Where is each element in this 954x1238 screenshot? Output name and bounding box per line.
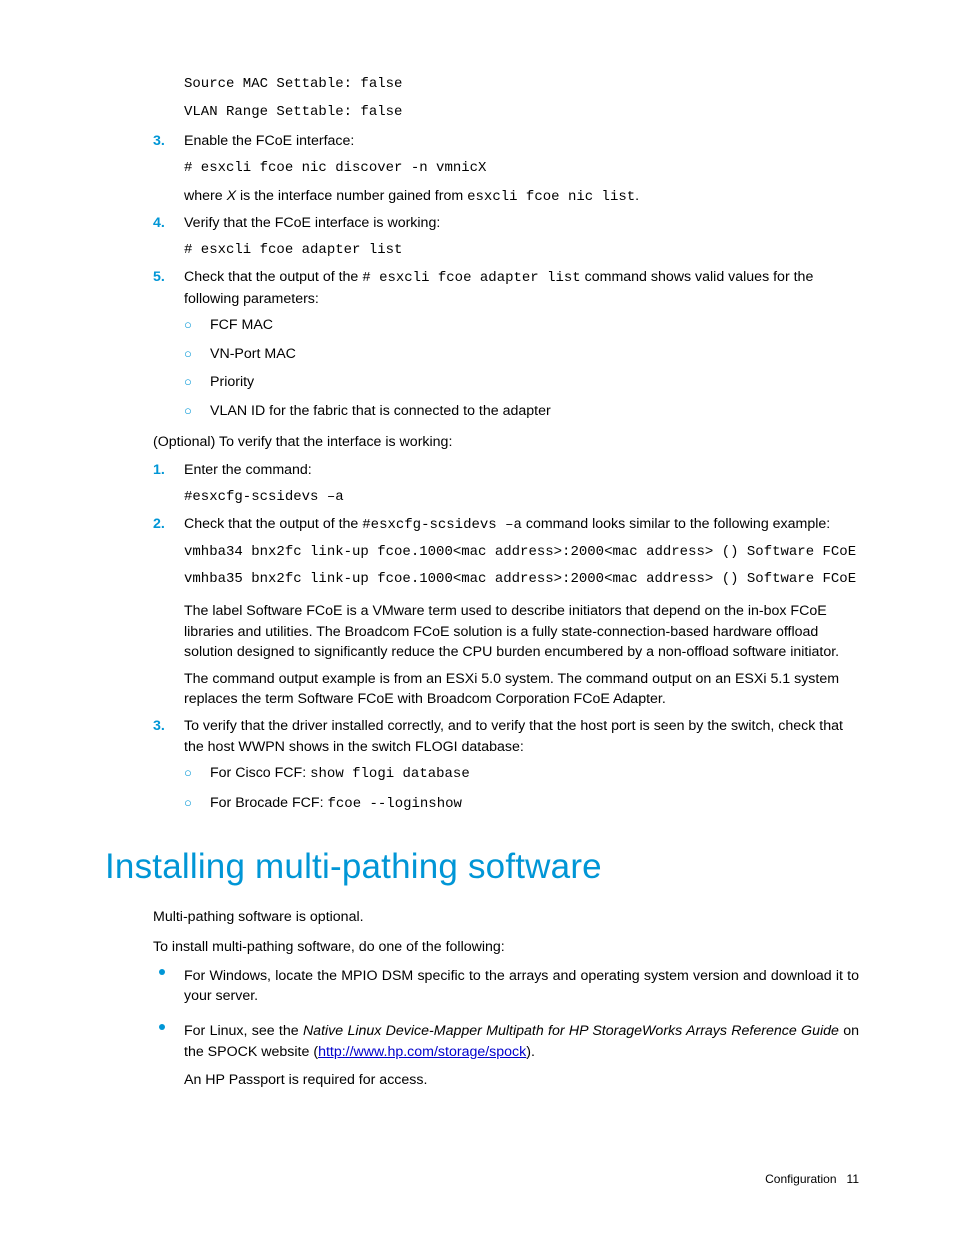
list-item: For Linux, see the Native Linux Device-M… (153, 1021, 859, 1091)
step-number: 1. (153, 460, 165, 481)
step-number: 3. (153, 716, 165, 737)
step-note: where X is the interface number gained f… (184, 186, 859, 207)
optional-intro: (Optional) To verify that the interface … (153, 432, 859, 453)
inline-code: # esxcli fcoe adapter list (362, 270, 580, 286)
bullet-icon: ○ (184, 345, 192, 364)
step-text: Verify that the FCoE interface is workin… (184, 213, 859, 234)
spock-link[interactable]: http://www.hp.com/storage/spock (318, 1044, 526, 1060)
code-output: vmhba35 bnx2fc link-up fcoe.1000<mac add… (184, 569, 859, 591)
page-footer: Configuration 11 (105, 1171, 859, 1188)
variable: X (227, 188, 236, 204)
step-text: Check that the output of the #esxcfg-scs… (184, 514, 859, 535)
inline-code: esxcli fcoe nic list (467, 189, 635, 205)
bullet-icon: ○ (184, 764, 192, 783)
windows-option: For Windows, locate the MPIO DSM specifi… (184, 966, 859, 1007)
list-item: ○FCF MAC (184, 315, 859, 336)
verify-steps: 1. Enter the command: #esxcfg-scsidevs –… (153, 460, 859, 814)
bullet-icon (159, 1024, 165, 1030)
mp-instruction: To install multi-pathing software, do on… (153, 937, 859, 958)
mp-options: For Windows, locate the MPIO DSM specifi… (153, 966, 859, 1091)
explanation: The label Software FCoE is a VMware term… (184, 601, 859, 663)
fcf-list: ○For Cisco FCF: show flogi database ○For… (184, 763, 859, 814)
step-4: 4. Verify that the FCoE interface is wor… (153, 213, 859, 261)
reference-title: Native Linux Device-Mapper Multipath for… (303, 1023, 839, 1039)
step-number: 5. (153, 267, 165, 288)
step-text: To verify that the driver installed corr… (184, 716, 859, 757)
step-3: 3. Enable the FCoE interface: # esxcli f… (153, 131, 859, 207)
passport-note: An HP Passport is required for access. (184, 1070, 859, 1091)
page-body: Source MAC Settable: false VLAN Range Se… (105, 74, 859, 1188)
section-heading: Installing multi-pathing software (105, 842, 859, 893)
list-item: ○Priority (184, 372, 859, 393)
step-5: 5. Check that the output of the # esxcli… (153, 267, 859, 421)
code-line: # esxcli fcoe adapter list (184, 240, 859, 262)
linux-option: For Linux, see the Native Linux Device-M… (184, 1021, 859, 1062)
step-text: Enter the command: (184, 460, 859, 481)
list-item: ○VLAN ID for the fabric that is connecte… (184, 401, 859, 422)
step-text: Enable the FCoE interface: (184, 131, 859, 152)
explanation: The command output example is from an ES… (184, 669, 859, 710)
step-number: 3. (153, 131, 165, 152)
bullet-icon: ○ (184, 402, 192, 421)
step-number: 2. (153, 514, 165, 535)
list-item: ○For Brocade FCF: fcoe --loginshow (184, 793, 859, 814)
list-item: For Windows, locate the MPIO DSM specifi… (153, 966, 859, 1007)
footer-section: Configuration (765, 1172, 836, 1186)
steps-list: 3. Enable the FCoE interface: # esxcli f… (153, 131, 859, 421)
code-line: # esxcli fcoe nic discover -n vmnicX (184, 158, 859, 180)
list-item: ○VN-Port MAC (184, 344, 859, 365)
list-item: ○For Cisco FCF: show flogi database (184, 763, 859, 784)
verify-step-2: 2. Check that the output of the #esxcfg-… (153, 514, 859, 710)
code-snippet: Source MAC Settable: false VLAN Range Se… (184, 74, 859, 123)
mp-intro: Multi-pathing software is optional. (153, 907, 859, 928)
step-text: Check that the output of the # esxcli fc… (184, 267, 859, 309)
step-number: 4. (153, 213, 165, 234)
bullet-icon: ○ (184, 794, 192, 813)
inline-code: #esxcfg-scsidevs –a (362, 517, 522, 533)
code-line: #esxcfg-scsidevs –a (184, 487, 859, 509)
bullet-icon: ○ (184, 373, 192, 392)
code-line: VLAN Range Settable: false (184, 102, 859, 124)
footer-page: 11 (847, 1172, 859, 1186)
code-output: vmhba34 bnx2fc link-up fcoe.1000<mac add… (184, 542, 859, 564)
inline-code: show flogi database (310, 766, 470, 782)
verify-step-1: 1. Enter the command: #esxcfg-scsidevs –… (153, 460, 859, 508)
inline-code: fcoe --loginshow (327, 796, 461, 812)
bullet-icon: ○ (184, 316, 192, 335)
param-list: ○FCF MAC ○VN-Port MAC ○Priority ○VLAN ID… (184, 315, 859, 421)
code-line: Source MAC Settable: false (184, 74, 859, 96)
verify-step-3: 3. To verify that the driver installed c… (153, 716, 859, 814)
bullet-icon (159, 969, 165, 975)
